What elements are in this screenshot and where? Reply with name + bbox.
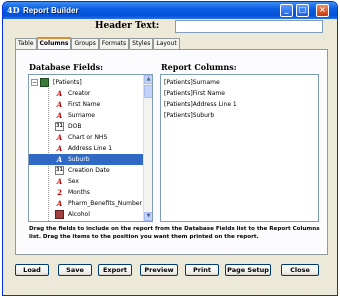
- tree-field-item[interactable]: 31 Creation Date: [29, 165, 143, 176]
- tree-field-label: Address Line 1: [68, 145, 113, 152]
- maximize-button[interactable]: □: [296, 4, 309, 17]
- tree-field-item[interactable]: A First Name: [29, 99, 143, 110]
- tree-field-label: Months: [68, 189, 90, 196]
- tree-field-item[interactable]: 31 DOB: [29, 121, 143, 132]
- report-builder-window: 4D Report Builder _ □ × Header Text: Tab…: [2, 1, 338, 296]
- text-field-icon: A: [56, 144, 63, 153]
- database-fields-label: Database Fields:: [29, 62, 104, 72]
- report-column-item[interactable]: [Patients]First Name: [164, 89, 225, 99]
- tab-columns[interactable]: Columns: [36, 37, 72, 49]
- tree-field-label: Surname: [68, 112, 95, 119]
- text-field-icon: A: [56, 155, 63, 164]
- tree-field-label: Sex: [68, 178, 79, 185]
- tab-layout[interactable]: Layout: [153, 38, 180, 49]
- save-button[interactable]: Save: [58, 264, 92, 276]
- print-button[interactable]: Print: [185, 264, 219, 276]
- database-fields-tree[interactable]: − [Patients] A Creator A First Name A Surname…: [28, 74, 153, 222]
- tab-styles[interactable]: Styles: [129, 38, 154, 49]
- table-icon: [40, 78, 49, 87]
- report-column-item[interactable]: [Patients]Suburb: [164, 111, 214, 121]
- text-field-icon: A: [56, 89, 63, 98]
- text-field-icon: A: [56, 199, 63, 208]
- scrollbar-thumb[interactable]: [144, 85, 152, 98]
- tree-field-item[interactable]: Alcohol: [29, 209, 143, 220]
- tree-field-item[interactable]: A Pharm_Benefits_Number: [29, 198, 143, 209]
- tab-table[interactable]: Table: [15, 38, 37, 49]
- tree-field-label: Creator: [68, 90, 91, 97]
- tree-field-label: Creation Date: [68, 167, 110, 174]
- date-field-icon: 31: [55, 166, 64, 175]
- tab-bar: Table Columns Groups Formats Styles Layo…: [15, 37, 180, 49]
- page-setup-button[interactable]: Page Setup: [225, 264, 271, 276]
- report-columns-list[interactable]: [Patients]Surname [Patients]First Name [Pa…: [160, 74, 319, 222]
- window-title: Report Builder: [23, 6, 79, 15]
- tab-groups[interactable]: Groups: [71, 38, 99, 49]
- close-button[interactable]: Close: [281, 264, 319, 276]
- number-field-icon: 2: [57, 188, 62, 197]
- header-text-label: Header Text:: [95, 21, 160, 31]
- export-button[interactable]: Export: [98, 264, 132, 276]
- tree-scrollbar[interactable]: ▲ ▼: [143, 75, 152, 221]
- instructions-text: Drag the fields to include on the report…: [29, 226, 320, 240]
- text-field-icon: A: [56, 177, 63, 186]
- tree-table-label: [Patients]: [53, 79, 82, 86]
- tree-field-item[interactable]: 2 Months: [29, 187, 143, 198]
- tree-field-item[interactable]: A Surname: [29, 110, 143, 121]
- tree-field-item[interactable]: A Sex: [29, 176, 143, 187]
- tree-field-label: Pharm_Benefits_Number: [68, 200, 142, 207]
- load-button[interactable]: Load: [15, 264, 49, 276]
- report-column-item[interactable]: [Patients]Surname: [164, 78, 220, 88]
- minimize-button[interactable]: _: [280, 4, 293, 17]
- tree-field-item[interactable]: AAccount ID: [29, 220, 143, 221]
- date-field-icon: 31: [55, 122, 64, 131]
- tree-field-item[interactable]: A Suburb: [29, 154, 143, 165]
- title-bar[interactable]: 4D Report Builder _ □ ×: [3, 2, 337, 19]
- close-window-button[interactable]: ×: [316, 4, 329, 17]
- columns-tab-panel: Database Fields: Report Columns: − [Pati…: [15, 49, 328, 255]
- tree-field-label: Suburb: [68, 156, 90, 163]
- tree-field-label: First Name: [68, 101, 101, 108]
- tree-content: − [Patients] A Creator A First Name A Surname…: [29, 75, 143, 221]
- report-column-item[interactable]: [Patients]Address Line 1: [164, 100, 237, 110]
- report-columns-label: Report Columns:: [161, 62, 237, 72]
- tree-field-item[interactable]: A Creator: [29, 88, 143, 99]
- picture-field-icon: [55, 210, 64, 219]
- tree-field-item[interactable]: A Chart or NHS: [29, 132, 143, 143]
- header-text-input[interactable]: [175, 20, 323, 33]
- tree-field-label: DOB: [68, 123, 82, 130]
- tree-table-node[interactable]: − [Patients]: [29, 77, 143, 88]
- scroll-up-arrow-icon[interactable]: ▲: [144, 75, 152, 84]
- app-logo-icon: 4D: [7, 5, 20, 15]
- text-field-icon: A: [56, 100, 63, 109]
- tab-formats[interactable]: Formats: [98, 38, 130, 49]
- collapse-toggle-icon[interactable]: −: [31, 79, 38, 86]
- text-field-icon: A: [56, 133, 63, 142]
- tree-field-item[interactable]: A Address Line 1: [29, 143, 143, 154]
- tree-field-label: Chart or NHS: [68, 134, 108, 141]
- text-field-icon: A: [56, 111, 63, 120]
- tree-field-label: Alcohol: [68, 211, 90, 218]
- preview-button[interactable]: Preview: [140, 264, 178, 276]
- scroll-down-arrow-icon[interactable]: ▼: [144, 212, 152, 221]
